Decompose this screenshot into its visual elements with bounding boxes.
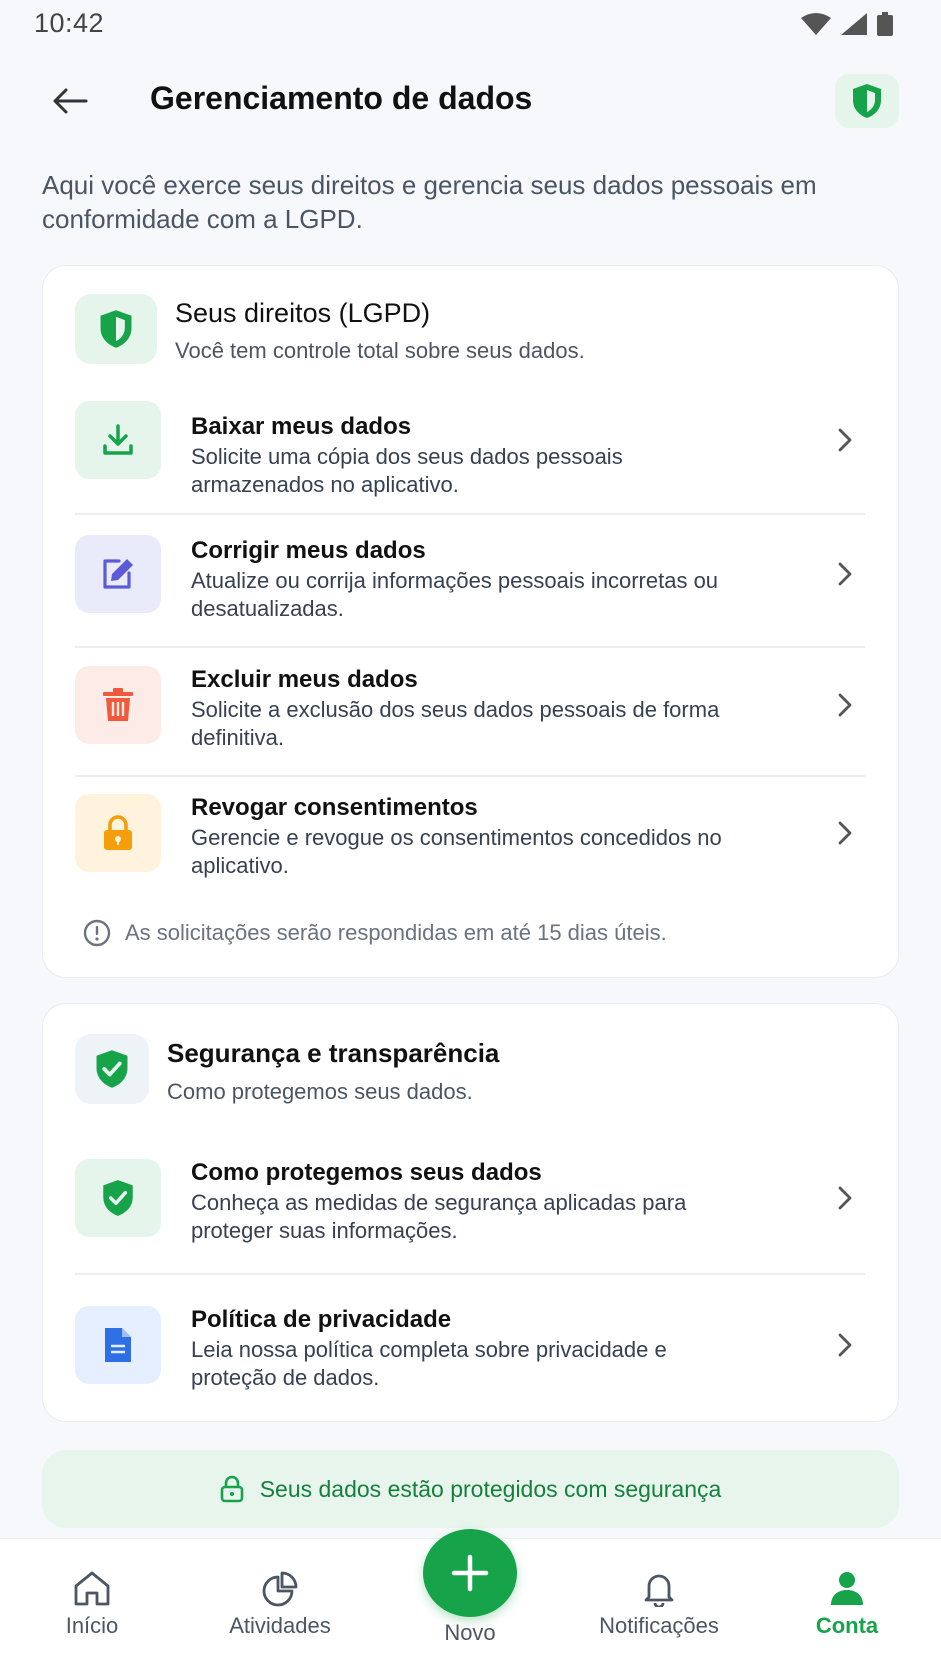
revoke-consents-row[interactable]: Revogar consentimentos Gerencie e revogu… <box>75 794 865 890</box>
new-button[interactable] <box>423 1529 517 1617</box>
nav-label: Início <box>65 1613 119 1638</box>
rights-card-title: Seus direitos (LGPD) <box>175 298 431 328</box>
document-icon <box>105 1328 131 1362</box>
nav-home[interactable]: Início <box>7 1569 177 1639</box>
chevron-right-icon <box>833 559 857 589</box>
row-description: Solicite uma cópia dos seus dados pessoa… <box>191 444 623 497</box>
user-icon <box>831 1572 863 1605</box>
signal-icon <box>841 13 867 35</box>
arrow-left-icon <box>53 88 88 114</box>
status-icons <box>801 12 893 36</box>
header: Gerenciamento de dados <box>0 66 941 136</box>
row-description: Solicite a exclusão dos seus dados pesso… <box>191 697 720 750</box>
delete-data-row[interactable]: Excluir meus dados Solicite a exclusão d… <box>75 666 865 762</box>
security-card: Segurança e transparência Como protegemo… <box>42 1003 899 1422</box>
note-text: As solicitações serão respondidas em até… <box>125 920 667 945</box>
row-description: Gerencie e revogue os consentimentos con… <box>191 825 722 878</box>
response-time-note: As solicitações serão respondidas em até… <box>83 919 667 947</box>
info-icon <box>83 919 111 947</box>
rights-card-header <box>75 294 157 364</box>
row-description: Leia nossa política completa sobre priva… <box>191 1337 667 1390</box>
nav-notifications[interactable]: Notificações <box>574 1569 744 1639</box>
trash-icon-box <box>75 666 161 744</box>
shield-check-icon <box>103 1180 133 1216</box>
nav-account[interactable]: Conta <box>762 1569 932 1639</box>
security-card-header <box>75 1034 149 1104</box>
nav-label: Conta <box>815 1613 879 1638</box>
nav-label: Notificações <box>599 1613 719 1638</box>
rights-card: Seus direitos (LGPD) Você tem controle t… <box>42 265 899 978</box>
nav-label: Atividades <box>229 1613 331 1638</box>
divider <box>75 1273 865 1275</box>
row-title: Como protegemos seus dados <box>191 1159 542 1186</box>
document-icon-box <box>75 1306 161 1384</box>
secure-banner-text: Seus dados estão protegidos com seguranç… <box>259 1475 722 1502</box>
back-button[interactable] <box>40 76 100 126</box>
correct-data-row[interactable]: Corrigir meus dados Atualize ou corrija … <box>75 535 865 631</box>
row-title: Corrigir meus dados <box>191 537 426 564</box>
bell-icon <box>644 1574 674 1607</box>
row-title: Política de privacidade <box>191 1306 452 1333</box>
lock-icon <box>104 815 132 850</box>
edit-icon <box>103 559 133 589</box>
chevron-right-icon <box>833 425 857 455</box>
download-icon-box <box>75 401 161 479</box>
secure-banner: Seus dados estão protegidos com seguranç… <box>42 1450 899 1528</box>
chevron-right-icon <box>833 690 857 720</box>
shield-icon <box>853 84 881 118</box>
lock-icon <box>220 1475 244 1503</box>
security-icon-box <box>75 1034 149 1104</box>
privacy-shield-badge[interactable] <box>835 74 899 128</box>
status-time: 10:42 <box>34 8 105 38</box>
wifi-icon <box>801 13 831 35</box>
intro-text: Aqui você exerce seus direitos e gerenci… <box>42 170 817 234</box>
page-title: Gerenciamento de dados <box>150 80 533 116</box>
rights-icon-box <box>75 294 157 364</box>
chevron-right-icon <box>833 818 857 848</box>
row-title: Revogar consentimentos <box>191 794 478 821</box>
row-title: Excluir meus dados <box>191 666 418 693</box>
how-we-protect-row[interactable]: Como protegemos seus dados Conheça as me… <box>75 1159 865 1255</box>
pie-chart-icon <box>262 1571 298 1607</box>
chevron-right-icon <box>833 1330 857 1360</box>
row-description: Atualize ou corrija informações pessoais… <box>191 568 719 621</box>
security-card-title: Segurança e transparência <box>167 1038 500 1068</box>
chevron-right-icon <box>833 1183 857 1213</box>
security-card-subtitle: Como protegemos seus dados. <box>167 1079 473 1104</box>
rights-card-subtitle: Você tem controle total sobre seus dados… <box>175 338 585 363</box>
privacy-policy-row[interactable]: Política de privacidade Leia nossa polít… <box>75 1306 865 1402</box>
page: 10:42 Gerenciamento de dados Aqui você e… <box>0 0 941 1672</box>
divider <box>75 646 865 648</box>
protect-icon-box <box>75 1159 161 1237</box>
battery-icon <box>877 12 893 36</box>
new-button-label: Novo <box>444 1620 496 1645</box>
shield-icon <box>100 310 132 348</box>
divider <box>75 775 865 777</box>
download-icon <box>103 424 133 455</box>
row-description: Conheça as medidas de segurança aplicada… <box>191 1190 687 1243</box>
status-bar: 10:42 <box>0 0 941 48</box>
download-data-row[interactable]: Baixar meus dados Solicite uma cópia dos… <box>75 401 865 497</box>
plus-icon <box>451 1554 489 1592</box>
nav-activities[interactable]: Atividades <box>195 1569 365 1639</box>
divider <box>75 513 865 515</box>
lock-icon-box <box>75 794 161 872</box>
home-icon <box>74 1571 110 1606</box>
shield-check-icon <box>96 1050 128 1088</box>
trash-icon <box>103 688 133 721</box>
row-title: Baixar meus dados <box>191 413 412 440</box>
edit-icon-box <box>75 535 161 613</box>
